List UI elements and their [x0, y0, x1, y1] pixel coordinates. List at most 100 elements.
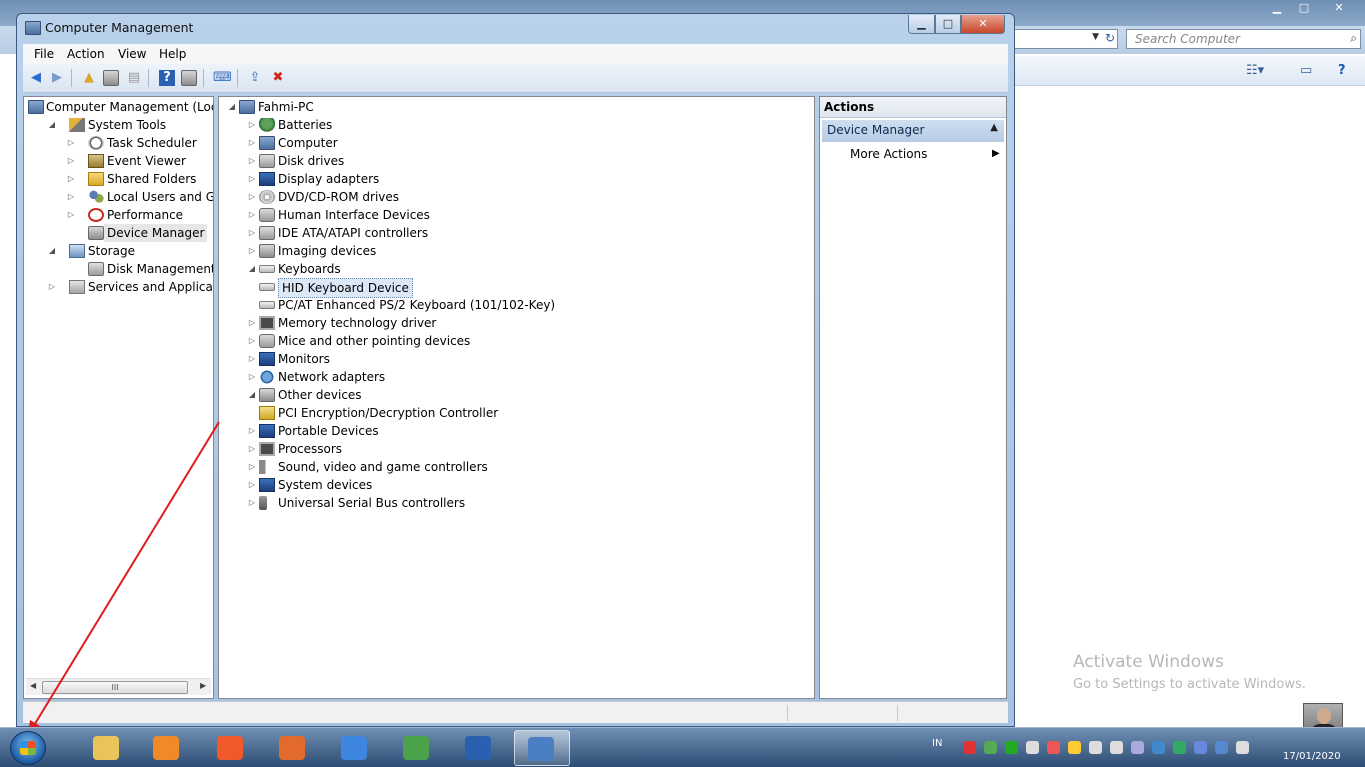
- more-actions-item[interactable]: More Actions: [850, 147, 927, 161]
- tray-icon[interactable]: [1089, 741, 1102, 754]
- help-icon[interactable]: ?: [159, 70, 175, 86]
- expand-arrow-icon[interactable]: ▷: [247, 494, 257, 512]
- tray-icon[interactable]: [1068, 741, 1081, 754]
- tree-item[interactable]: ◢ System Tools: [24, 116, 212, 134]
- expand-arrow-icon[interactable]: ▷: [247, 188, 257, 206]
- scrollbar-thumb[interactable]: III: [42, 681, 188, 694]
- taskbar-app-media-player[interactable]: [140, 730, 192, 766]
- help-icon[interactable]: ?: [1338, 63, 1346, 78]
- collapse-arrow-icon[interactable]: ◢: [247, 260, 257, 278]
- tree-item[interactable]: ▷ Performance: [24, 206, 212, 224]
- close-button[interactable]: ✕: [961, 15, 1005, 34]
- forward-arrow-icon[interactable]: ▶: [49, 70, 65, 86]
- taskbar-app-presentation-app[interactable]: [266, 730, 318, 766]
- expand-arrow-icon[interactable]: ▷: [247, 134, 257, 152]
- expand-arrow-icon[interactable]: ▷: [66, 188, 76, 206]
- device-tree-item[interactable]: ▷ Monitors: [219, 350, 814, 368]
- actions-section-device-manager[interactable]: Device Manager ▲: [822, 120, 1004, 142]
- start-button[interactable]: [10, 731, 46, 765]
- device-tree-item[interactable]: ▷ Memory technology driver: [219, 314, 814, 332]
- device-tree-item[interactable]: ▷ Imaging devices: [219, 242, 814, 260]
- tray-icon[interactable]: [984, 741, 997, 754]
- expand-arrow-icon[interactable]: ▷: [247, 332, 257, 350]
- tray-icon[interactable]: [1215, 741, 1228, 754]
- expand-arrow-icon[interactable]: ▷: [66, 170, 76, 188]
- expand-arrow-icon[interactable]: ▷: [247, 422, 257, 440]
- properties-icon[interactable]: ▤: [126, 70, 142, 86]
- device-tree-item[interactable]: ◢ Keyboards: [219, 260, 814, 278]
- tree-item[interactable]: ▷ Event Viewer: [24, 152, 212, 170]
- up-folder-icon[interactable]: ▲: [81, 70, 97, 86]
- collapse-arrow-icon[interactable]: ◢: [227, 98, 237, 116]
- taskbar-app-camtasia[interactable]: [390, 730, 442, 766]
- expand-arrow-icon[interactable]: ▷: [66, 206, 76, 224]
- expand-arrow-icon[interactable]: ▷: [247, 152, 257, 170]
- uninstall-device-icon[interactable]: ✖: [270, 70, 286, 86]
- maximize-button[interactable]: □: [935, 15, 961, 34]
- device-tree-item[interactable]: ▷ Computer: [219, 134, 814, 152]
- horizontal-scrollbar[interactable]: ◀ III ▶: [26, 678, 211, 695]
- scroll-right-arrow-icon[interactable]: ▶: [200, 681, 206, 690]
- tree-item[interactable]: Disk Management: [24, 260, 213, 278]
- tray-icon[interactable]: [1152, 741, 1165, 754]
- device-tree-item[interactable]: ▷ Display adapters: [219, 170, 814, 188]
- tray-icon[interactable]: [963, 741, 976, 754]
- tray-icon[interactable]: [1173, 741, 1186, 754]
- tree-item[interactable]: ◢ Storage: [24, 242, 212, 260]
- clock-date[interactable]: 17/01/2020: [1283, 751, 1341, 762]
- expand-arrow-icon[interactable]: ▷: [47, 278, 57, 296]
- device-tree-item[interactable]: PC/AT Enhanced PS/2 Keyboard (101/102-Ke…: [219, 296, 814, 314]
- device-tree-item[interactable]: ▷ System devices: [219, 476, 814, 494]
- menu-file[interactable]: File: [34, 47, 54, 61]
- device-tree-item[interactable]: ▷ Sound, video and game controllers: [219, 458, 814, 476]
- device-tree-item[interactable]: ▷ Human Interface Devices: [219, 206, 814, 224]
- device-tree-item[interactable]: ▷ Universal Serial Bus controllers: [219, 494, 814, 512]
- preview-pane-icon[interactable]: ▭: [1300, 63, 1312, 78]
- expand-arrow-icon[interactable]: ▷: [247, 224, 257, 242]
- expand-arrow-icon[interactable]: ▷: [247, 116, 257, 134]
- device-tree-item[interactable]: ▷ Network adapters: [219, 368, 814, 386]
- search-input[interactable]: Search Computer ⌕: [1126, 29, 1361, 49]
- device-tree-item[interactable]: ◢ Other devices: [219, 386, 814, 404]
- menu-help[interactable]: Help: [159, 47, 186, 61]
- device-tree-item[interactable]: ▷ DVD/CD-ROM drives: [219, 188, 814, 206]
- background-maximize-button[interactable]: □: [1291, 1, 1317, 17]
- tree-item[interactable]: ▷ Services and Applications: [24, 278, 213, 296]
- taskbar-app-screen-recorder[interactable]: [204, 730, 256, 766]
- tree-item[interactable]: Device Manager: [24, 224, 212, 242]
- chevron-down-icon[interactable]: ▼: [1092, 32, 1099, 42]
- tray-icon[interactable]: [1005, 741, 1018, 754]
- language-indicator[interactable]: IN: [932, 738, 942, 749]
- background-address-bar[interactable]: ▼ ↻: [1012, 29, 1118, 49]
- device-tree-item[interactable]: ▷ Portable Devices: [219, 422, 814, 440]
- show-action-pane-icon[interactable]: [181, 70, 197, 86]
- tray-icon[interactable]: [1194, 741, 1207, 754]
- tree-item[interactable]: ▷ Task Scheduler: [24, 134, 212, 152]
- device-tree-item[interactable]: PCI Encryption/Decryption Controller: [219, 404, 814, 422]
- back-arrow-icon[interactable]: ◀: [28, 70, 44, 86]
- tree-item[interactable]: ▷ Local Users and Groups: [24, 188, 213, 206]
- refresh-icon[interactable]: ↻: [1105, 31, 1115, 45]
- expand-arrow-icon[interactable]: ▷: [247, 368, 257, 386]
- expand-arrow-icon[interactable]: ▷: [247, 314, 257, 332]
- expand-arrow-icon[interactable]: ▷: [247, 440, 257, 458]
- expand-arrow-icon[interactable]: ▷: [247, 350, 257, 368]
- device-tree-item[interactable]: ▷ IDE ATA/ATAPI controllers: [219, 224, 814, 242]
- tray-icon[interactable]: [1110, 741, 1123, 754]
- scan-hardware-icon[interactable]: ⌨: [213, 70, 232, 86]
- collapse-arrow-icon[interactable]: ◢: [47, 242, 57, 260]
- tray-icon[interactable]: [1131, 741, 1144, 754]
- device-tree-item[interactable]: ▷ Mice and other pointing devices: [219, 332, 814, 350]
- taskbar-app-computer-management[interactable]: [514, 730, 570, 766]
- tree-item[interactable]: ▷ Shared Folders: [24, 170, 212, 188]
- minimize-button[interactable]: ▁: [908, 15, 935, 34]
- expand-arrow-icon[interactable]: ▷: [66, 134, 76, 152]
- device-tree-item[interactable]: ◢ Fahmi-PC: [219, 98, 814, 116]
- tray-icon[interactable]: [1026, 741, 1039, 754]
- expand-arrow-icon[interactable]: ▷: [247, 242, 257, 260]
- tray-icon[interactable]: [1047, 741, 1060, 754]
- collapse-arrow-icon[interactable]: ◢: [47, 116, 57, 134]
- expand-arrow-icon[interactable]: ▷: [247, 458, 257, 476]
- device-tree-item[interactable]: ▷ Processors: [219, 440, 814, 458]
- view-options-icon[interactable]: ☷▾: [1246, 63, 1264, 78]
